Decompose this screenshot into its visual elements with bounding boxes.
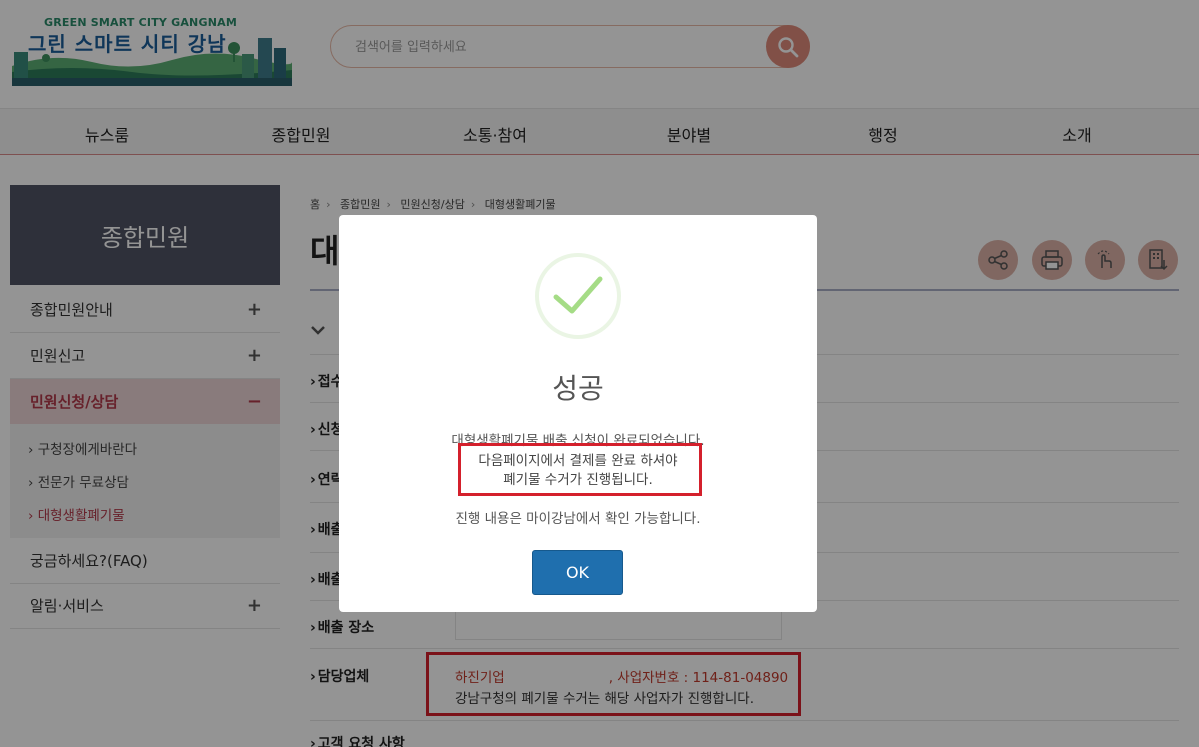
ok-button[interactable]: OK: [532, 550, 623, 595]
dialog-title: 성공: [552, 372, 604, 405]
dialog-mygangnam-notice: 진행 내용은 마이강남에서 확인 가능합니다.: [455, 511, 701, 527]
success-dialog: 성공 대형생활폐기물 배출 신청이 완료되었습니다. 다음페이지에서 결제를 완…: [339, 215, 817, 612]
checkmark-icon: [553, 276, 603, 314]
notice-highlight-box: [458, 443, 702, 496]
success-icon-circle: [535, 253, 621, 339]
